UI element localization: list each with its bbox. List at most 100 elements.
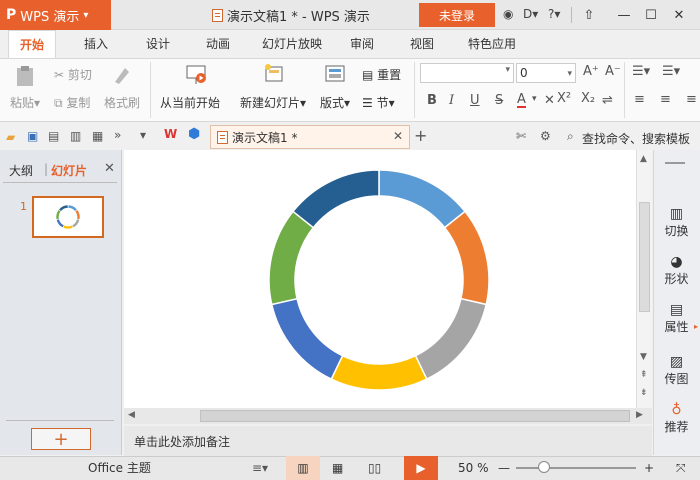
- login-button[interactable]: 未登录: [419, 3, 495, 27]
- previous-slide-icon[interactable]: ⇞: [640, 370, 648, 380]
- donut-segment-4[interactable]: [330, 354, 428, 391]
- scroll-down-icon[interactable]: ▼: [640, 352, 647, 362]
- tools-icon[interactable]: ✄: [516, 129, 526, 143]
- document-tab[interactable]: 演示文稿1 * ✕: [210, 125, 410, 149]
- reading-view-icon[interactable]: ▯▯: [368, 456, 381, 480]
- grow-font-icon[interactable]: A⁺: [583, 64, 599, 79]
- slides-tab[interactable]: 幻灯片: [51, 162, 87, 179]
- donut-chart[interactable]: [264, 165, 494, 395]
- donut-segment-7[interactable]: [58, 204, 69, 212]
- format-painter-button[interactable]: 格式刷: [104, 94, 140, 111]
- app-menu-button[interactable]: P WPS 演示 ▾: [0, 0, 111, 30]
- numbered-list-icon[interactable]: ☰▾: [662, 64, 680, 79]
- donut-segment-2[interactable]: [443, 210, 490, 306]
- reset-button[interactable]: ▤ 重置: [362, 66, 401, 83]
- zoom-in-icon[interactable]: +: [644, 456, 654, 480]
- copy-button[interactable]: ⧉ 复制: [54, 94, 90, 111]
- align-left-icon[interactable]: ≡: [634, 92, 645, 107]
- paste-button[interactable]: 粘贴▾: [10, 94, 40, 111]
- tab-start[interactable]: 开始: [8, 30, 56, 58]
- normal-view-icon[interactable]: ▥: [286, 456, 320, 480]
- play-slideshow-icon[interactable]: ▶: [404, 456, 438, 480]
- slide-thumbnail[interactable]: [32, 196, 104, 238]
- chevron-down-icon[interactable]: ▾: [140, 128, 146, 142]
- next-slide-icon[interactable]: ⇟: [640, 388, 648, 398]
- scroll-thumb[interactable]: [639, 202, 650, 312]
- section-button[interactable]: ☰ 节▾: [362, 94, 395, 111]
- new-slide-button[interactable]: 新建幻灯片▾: [240, 94, 306, 111]
- recommend-button[interactable]: ♁ 推荐: [653, 402, 700, 435]
- donut-segment-2[interactable]: [74, 209, 81, 221]
- share-icon[interactable]: D▾: [523, 7, 538, 21]
- tab-design[interactable]: 设计: [138, 30, 178, 58]
- pdf-icon[interactable]: ▤: [48, 129, 59, 143]
- transition-button[interactable]: ▥ 切换: [653, 206, 700, 239]
- tab-review[interactable]: 审阅: [342, 30, 382, 58]
- slide-sorter-icon[interactable]: ▦: [332, 456, 343, 480]
- minimize-icon[interactable]: —: [613, 4, 635, 26]
- fullscreen-icon[interactable]: ⇧: [578, 4, 600, 26]
- add-slide-button[interactable]: +: [31, 428, 91, 450]
- open-icon[interactable]: ▰: [6, 130, 15, 144]
- fit-window-icon[interactable]: ⤧: [676, 456, 686, 480]
- bold-button[interactable]: B: [427, 93, 437, 108]
- tab-special[interactable]: 特色应用: [462, 30, 522, 58]
- close-panel-icon[interactable]: ✕: [104, 161, 115, 176]
- zoom-level[interactable]: 50 %: [458, 456, 489, 480]
- upload-image-button[interactable]: ▨ 传图: [653, 354, 700, 387]
- cube-icon[interactable]: ⬢: [188, 126, 200, 142]
- font-size-combo[interactable]: 0 ▾: [516, 63, 576, 83]
- tab-slideshow[interactable]: 幻灯片放映: [258, 30, 326, 58]
- maximize-icon[interactable]: ☐: [640, 4, 662, 26]
- cut-button[interactable]: ✂ 剪切: [54, 66, 92, 83]
- settings-icon[interactable]: ⚙: [540, 129, 551, 143]
- scroll-up-icon[interactable]: ▲: [640, 154, 647, 164]
- scroll-left-icon[interactable]: ◀: [128, 410, 135, 420]
- pane-handle[interactable]: [665, 162, 685, 164]
- outline-tab[interactable]: 大纲: [9, 162, 33, 179]
- donut-segment-5[interactable]: [270, 297, 344, 381]
- donut-segment-1[interactable]: [378, 169, 467, 229]
- print-icon[interactable]: ▥: [70, 129, 81, 143]
- new-tab-icon[interactable]: +: [414, 126, 427, 145]
- layout-button[interactable]: 版式▾: [320, 94, 350, 111]
- bullet-list-icon[interactable]: ☰▾: [632, 64, 650, 79]
- shrink-font-icon[interactable]: A⁻: [605, 64, 621, 79]
- tab-view[interactable]: 视图: [402, 30, 442, 58]
- subscript-button[interactable]: X₂: [581, 91, 595, 106]
- donut-segment-7[interactable]: [291, 169, 380, 229]
- more-format-icon[interactable]: ⇌: [602, 93, 613, 108]
- scroll-thumb[interactable]: [200, 410, 630, 422]
- align-center-icon[interactable]: ≡: [660, 92, 671, 107]
- italic-button[interactable]: I: [449, 93, 454, 108]
- close-tab-icon[interactable]: ✕: [393, 129, 403, 143]
- from-current-button[interactable]: 从当前开始: [160, 94, 220, 111]
- tab-insert[interactable]: 插入: [76, 30, 116, 58]
- tab-animation[interactable]: 动画: [198, 30, 238, 58]
- notes-toggle-icon[interactable]: ≡▾: [252, 456, 268, 480]
- slide-canvas[interactable]: [124, 150, 636, 408]
- donut-segment-4[interactable]: [62, 224, 74, 230]
- donut-segment-5[interactable]: [55, 218, 65, 229]
- underline-button[interactable]: U: [470, 93, 480, 108]
- command-search[interactable]: 查找命令、搜索模板: [582, 130, 690, 147]
- wps-home-icon[interactable]: W: [164, 127, 177, 141]
- align-right-icon[interactable]: ≡: [686, 92, 697, 107]
- zoom-slider-thumb[interactable]: [538, 461, 550, 473]
- font-color-dropdown[interactable]: ▾: [532, 94, 537, 104]
- notes-area[interactable]: 单击此处添加备注: [124, 426, 652, 456]
- superscript-button[interactable]: X²: [557, 91, 571, 106]
- font-name-combo[interactable]: ▾: [420, 63, 514, 83]
- close-icon[interactable]: ✕: [668, 4, 690, 26]
- scroll-right-icon[interactable]: ▶: [636, 410, 643, 420]
- shape-button[interactable]: ◕ 形状: [653, 254, 700, 287]
- help-icon[interactable]: ?▾: [548, 7, 560, 21]
- more-icon[interactable]: »: [114, 128, 121, 142]
- strikethrough-button[interactable]: S: [495, 93, 503, 108]
- save-icon[interactable]: ▣: [27, 129, 38, 143]
- zoom-out-icon[interactable]: —: [498, 456, 510, 480]
- preview-icon[interactable]: ▦: [92, 129, 103, 143]
- theme-icon[interactable]: ◉: [503, 7, 513, 21]
- donut-segment-3[interactable]: [71, 218, 81, 229]
- properties-button[interactable]: ▤ 属性: [653, 302, 700, 335]
